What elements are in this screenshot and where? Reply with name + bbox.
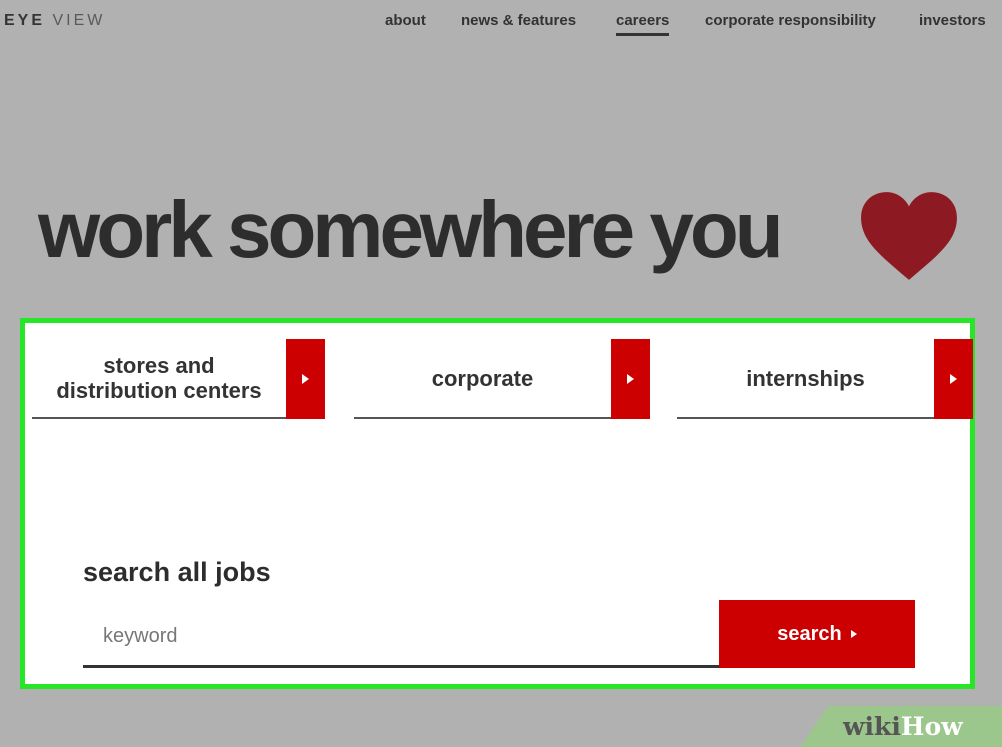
category-arrow-button[interactable] bbox=[934, 339, 973, 419]
search-button-label: search bbox=[777, 622, 842, 645]
nav-corporate-responsibility[interactable]: corporate responsibility bbox=[705, 12, 876, 29]
brand-text-primary: EYE bbox=[4, 12, 46, 29]
nav-about[interactable]: about bbox=[385, 12, 426, 29]
hero-heading: work somewhere you bbox=[38, 185, 784, 274]
heart-icon bbox=[861, 192, 957, 280]
watermark-wiki: wiki bbox=[843, 712, 901, 741]
nav-careers[interactable]: careers bbox=[616, 12, 670, 36]
watermark-how: How bbox=[900, 712, 963, 741]
careers-panel: stores and distribution centers corporat… bbox=[20, 318, 975, 689]
brand-text-secondary: VIEW bbox=[52, 12, 106, 29]
category-internships[interactable]: internships bbox=[677, 339, 973, 419]
category-label-line1: internships bbox=[746, 365, 865, 391]
category-corporate[interactable]: corporate bbox=[354, 339, 650, 419]
top-navigation: EYE VIEW about news & features careers c… bbox=[0, 0, 1002, 44]
arrow-right-icon bbox=[850, 630, 857, 638]
brand-logo[interactable]: EYE VIEW bbox=[4, 12, 105, 30]
category-label-line1: stores and bbox=[103, 353, 215, 378]
wikihow-watermark: wikiHow bbox=[843, 712, 963, 741]
search-all-jobs-heading: search all jobs bbox=[83, 557, 271, 587]
category-label-line1: corporate bbox=[431, 365, 534, 391]
category-label: stores and distribution centers bbox=[32, 339, 286, 417]
nav-news-features[interactable]: news & features bbox=[461, 12, 576, 29]
arrow-right-icon bbox=[950, 374, 957, 384]
category-arrow-button[interactable] bbox=[611, 339, 650, 419]
category-stores-distribution[interactable]: stores and distribution centers bbox=[32, 339, 325, 419]
arrow-right-icon bbox=[302, 374, 309, 384]
nav-investors[interactable]: investors bbox=[919, 12, 986, 29]
category-arrow-button[interactable] bbox=[286, 339, 325, 419]
arrow-right-icon bbox=[627, 374, 634, 384]
category-label: corporate bbox=[354, 339, 611, 417]
search-button[interactable]: search bbox=[719, 600, 915, 668]
keyword-input[interactable] bbox=[83, 608, 719, 668]
category-label: internships bbox=[677, 339, 934, 417]
category-label-line2: distribution centers bbox=[56, 378, 262, 403]
